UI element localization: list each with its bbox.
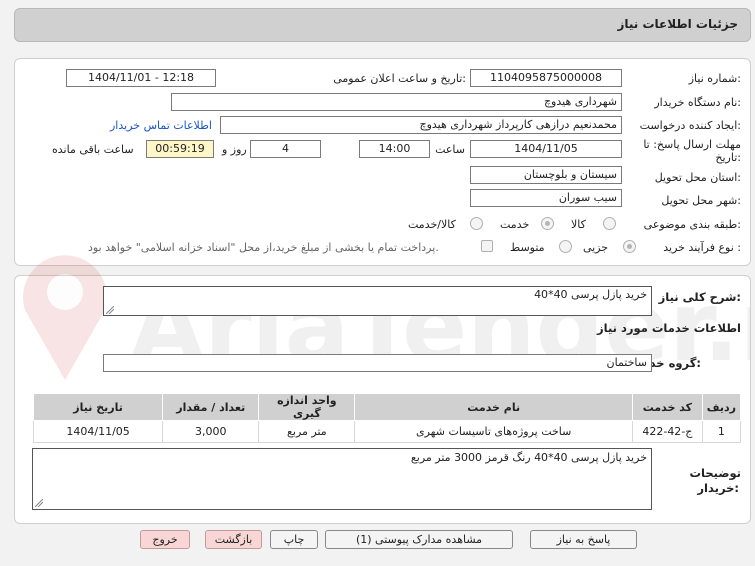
col-header-service-name: نام خدمت [354, 393, 633, 421]
remaining-time-label: ساعت باقی مانده [52, 143, 134, 156]
announce-label: تاریخ و ساعت اعلان عمومی: [333, 72, 466, 85]
buyer-org-label: نام دستگاه خریدار: [654, 96, 741, 109]
reply-to-need-button[interactable]: پاسخ به نیاز [530, 530, 637, 549]
col-header-unit: واحد اندازه گیری [258, 393, 356, 421]
back-button[interactable]: بازگشت [205, 530, 262, 549]
process-medium-label: متوسط [510, 241, 545, 254]
exit-button[interactable]: خروج [140, 530, 190, 549]
need-number-field: 1104095875000008 [470, 69, 622, 87]
deadline-date-field: 1404/11/05 [470, 140, 622, 158]
city-field: سیب سوران [470, 189, 622, 207]
days-label: روز و [222, 143, 247, 156]
need-summary-label: شرح کلی نیاز: [658, 290, 741, 304]
need-number-label: شماره نیاز: [688, 72, 741, 85]
category-goods-label: کالا [571, 218, 586, 231]
view-attachments-button[interactable]: مشاهده مدارک پیوستی (1) [325, 530, 513, 549]
deadline-time-label: ساعت [435, 143, 465, 156]
category-goods-service-radio[interactable] [470, 217, 483, 230]
category-goods-radio[interactable] [603, 217, 616, 230]
treasury-payment-checkbox[interactable] [481, 240, 493, 252]
remaining-time-field: 00:59:19 [146, 140, 214, 158]
cell-service-name: ساخت پروژه‌های تاسیسات شهری [354, 420, 633, 443]
buyer-notes-field: خرید پازل پرسی 40*40 رنگ قرمز 3000 متر م… [32, 448, 652, 510]
need-summary-field: خرید پازل پرسی 40*40 [103, 286, 652, 316]
table-header-row: ردیف کد خدمت نام خدمت واحد اندازه گیری ت… [32, 393, 742, 421]
print-button[interactable]: چاپ [270, 530, 318, 549]
deadline-time-field: 14:00 [359, 140, 430, 158]
buyer-contact-link[interactable]: اطلاعات تماس خریدار [110, 119, 212, 132]
cell-row-number: 1 [701, 420, 742, 443]
page-header: جزئیات اطلاعات نیاز [14, 8, 751, 42]
category-service-radio[interactable] [541, 217, 554, 230]
announce-datetime-field: 1404/11/01 - 12:18 [66, 69, 216, 87]
deadline-date-label: تاریخ: [715, 151, 741, 164]
cell-unit: متر مربع [258, 420, 356, 443]
col-header-service-code: کد خدمت [631, 393, 703, 421]
buyer-notes-label-2: خریدار: [697, 481, 739, 495]
service-group-field: ساختمان [103, 354, 652, 372]
creator-label: ایجاد کننده درخواست: [639, 119, 741, 132]
services-title: اطلاعات خدمات مورد نیاز [597, 321, 741, 335]
buyer-org-field: شهرداری هیدوچ [171, 93, 622, 111]
process-minor-label: جزیی [583, 241, 609, 254]
resize-grip-icon[interactable] [106, 306, 114, 314]
col-header-quantity: تعداد / مقدار [162, 393, 260, 421]
category-service-label: خدمت [500, 218, 530, 231]
services-table: ردیف کد خدمت نام خدمت واحد اندازه گیری ت… [32, 393, 742, 443]
table-row: 1 ج-42-422 ساخت پروژه‌های تاسیسات شهری م… [32, 420, 742, 443]
need-info-panel [14, 58, 751, 266]
cell-service-code: ج-42-422 [631, 420, 703, 443]
cell-quantity: 3,000 [162, 420, 260, 443]
process-minor-radio[interactable] [623, 240, 636, 253]
col-header-need-date: تاریخ نیاز [32, 393, 164, 421]
treasury-payment-note: پرداخت تمام یا بخشی از مبلغ خرید،از محل … [88, 241, 439, 254]
col-header-row-number: ردیف [701, 393, 742, 421]
province-label: استان محل تحویل: [654, 171, 741, 184]
city-label: شهر محل تحویل: [661, 194, 741, 207]
page-title: جزئیات اطلاعات نیاز [617, 17, 738, 31]
deadline-label: مهلت ارسال پاسخ: تا [643, 138, 741, 151]
notes-resize-grip-icon[interactable] [35, 499, 43, 507]
cell-need-date: 1404/11/05 [32, 420, 164, 443]
days-remaining-field: 4 [250, 140, 321, 158]
buyer-notes-label: توضیحات [689, 466, 742, 480]
process-label: نوع فرآیند خرید : [663, 241, 741, 254]
category-label: طبقه بندی موضوعی: [643, 218, 741, 231]
category-goods-service-label: کالا/خدمت [408, 218, 456, 231]
province-field: سیستان و بلوچستان [470, 166, 622, 184]
creator-field: محمدنعیم درازهی کارپرداز شهرداری هیدوچ [220, 116, 622, 134]
process-medium-radio[interactable] [559, 240, 572, 253]
